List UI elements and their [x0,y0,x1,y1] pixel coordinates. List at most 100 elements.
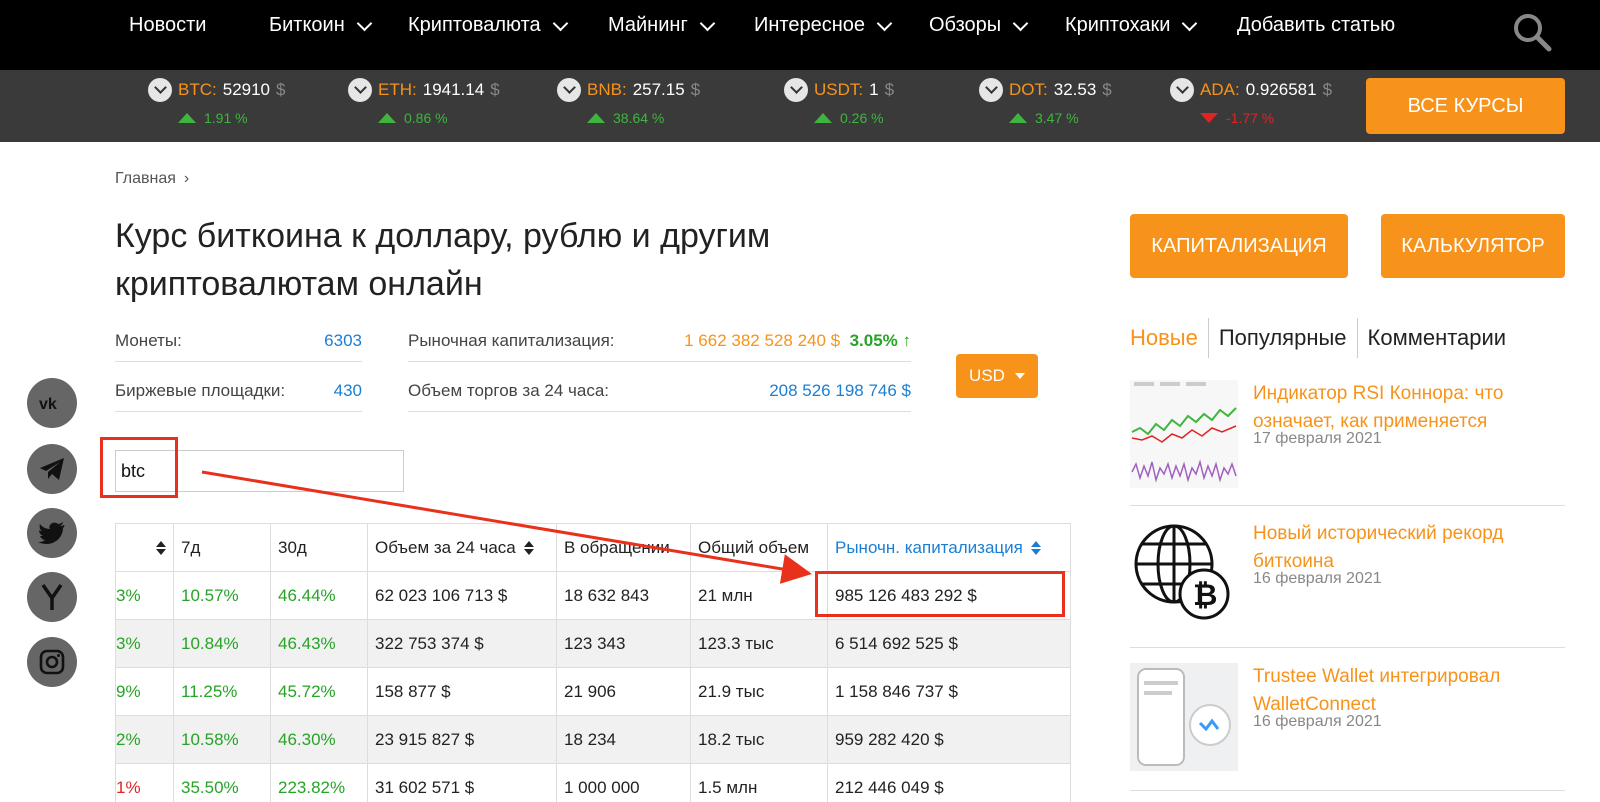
telegram-icon[interactable] [27,444,77,494]
breadcrumb-home[interactable]: Главная [115,170,176,188]
news-item[interactable]: Индикатор RSI Коннора: что означает, как… [1130,380,1565,506]
news-item[interactable]: ₿ Новый исторический рекорд биткоина 16 … [1130,520,1565,648]
crypto-table: 7д 30д Объем за 24 часа В обращении Общи… [115,523,1071,802]
column-header-30d[interactable]: 30д [270,523,368,572]
currency-select-value: USD [969,366,1005,385]
globe-bitcoin-icon: ₿ [1134,524,1230,620]
coin-change: 1.91 % [204,110,248,126]
stat-label: Монеты: [115,330,182,350]
coin-currency: $ [690,80,701,99]
stat-exchanges: Биржевые площадки: 430 [115,370,362,412]
nav-item-news[interactable]: Новости [129,14,206,37]
news-title[interactable]: Trustee Wallet интегрировал WalletConnec… [1253,663,1563,719]
table-row[interactable]: 1% 35.50% 223.82% 31 602 571 $ 1 000 000… [115,763,1071,802]
instagram-icon[interactable] [27,637,77,687]
market-cap-value: 1 662 382 528 240 $ [684,330,841,350]
table-row[interactable]: 2% 10.58% 46.30% 23 915 827 $ 18 234 18.… [115,715,1071,764]
cell-volume: 62 023 106 713 $ [367,571,557,620]
sidebar-tabs: Новые Популярные Комментарии [1130,318,1516,358]
ticker-coin-btc[interactable]: BTC: 52910 $ 1.91 % [148,78,285,134]
cell-volume: 158 877 $ [367,667,557,716]
news-title[interactable]: Новый исторический рекорд биткоина [1253,520,1563,576]
cell-total-supply: 21 млн [690,571,828,620]
ticker-coin-dot[interactable]: DOT: 32.53 $ 3.47 % [979,78,1112,134]
table-header-row: 7д 30д Объем за 24 часа В обращении Общи… [115,523,1071,572]
yandex-icon[interactable] [27,572,77,622]
nav-item-mining[interactable]: Майнинг [608,14,716,37]
coin-price: 257.15 [632,80,685,99]
cell-change: 3% [115,571,174,620]
chevron-down-icon[interactable] [348,78,372,102]
column-header-volume[interactable]: Объем за 24 часа [367,523,557,572]
chevron-down-icon[interactable] [979,78,1003,102]
stat-value[interactable]: 430 [334,381,362,401]
column-header-market-cap[interactable]: Рыночн. капитализация [827,523,1071,572]
stat-value[interactable]: 6303 [324,331,362,351]
nav-item-interesting[interactable]: Интересное [754,14,893,37]
table-row[interactable]: 9% 11.25% 45.72% 158 877 $ 21 906 21.9 т… [115,667,1071,716]
ticker-coin-ada[interactable]: ADA: 0.926581 $ -1.77 % [1170,78,1332,134]
arrow-up-icon [1009,113,1027,123]
caret-down-icon [1014,373,1025,379]
market-cap-change: 3.05% [849,330,898,350]
calculator-button[interactable]: КАЛЬКУЛЯТОР [1381,214,1565,278]
chevron-down-icon[interactable] [148,78,172,102]
search-icon[interactable] [1512,12,1552,52]
news-thumbnail: ₿ [1130,520,1238,628]
tab-new[interactable]: Новые [1130,318,1209,358]
coin-currency: $ [276,80,286,99]
all-rates-button[interactable]: ВСЕ КУРСЫ [1366,78,1565,134]
tab-popular[interactable]: Популярные [1209,318,1358,358]
chevron-down-icon[interactable] [557,78,581,102]
svg-text:₿: ₿ [1193,579,1217,612]
arrow-down-icon [1200,113,1218,123]
ticker-coin-bnb[interactable]: BNB: 257.15 $ 38.64 % [557,78,700,134]
cell-total-supply: 1.5 млн [690,763,828,802]
column-header-total-supply[interactable]: Общий объем [690,523,828,572]
tab-comments[interactable]: Комментарии [1358,318,1517,358]
twitter-icon[interactable] [27,508,77,558]
chevron-down-icon[interactable] [1170,78,1194,102]
vk-icon[interactable]: vk [27,378,77,428]
ticker-coin-eth[interactable]: ETH: 1941.14 $ 0.86 % [348,78,500,134]
news-thumbnail [1130,663,1238,771]
news-title[interactable]: Индикатор RSI Коннора: что означает, как… [1253,380,1563,436]
sort-icon [156,541,166,555]
chevron-down-icon [699,15,716,32]
news-item[interactable]: Trustee Wallet интегрировал WalletConnec… [1130,663,1565,791]
table-row[interactable]: 3% 10.84% 46.43% 322 753 374 $ 123 343 1… [115,619,1071,668]
coin-currency: $ [490,80,500,99]
arrow-up-icon [587,113,605,123]
coin-price: 32.53 [1053,80,1097,99]
column-header-change[interactable] [115,523,174,572]
nav-item-crypto[interactable]: Криптовалюта [408,14,568,37]
market-cap-button[interactable]: КАПИТАЛИЗАЦИЯ [1130,214,1348,278]
nav-label: Обзоры [929,14,1002,36]
news-date: 16 февраля 2021 [1253,570,1382,587]
coin-symbol: BNB: [587,80,627,99]
nav-item-bitcoin[interactable]: Биткоин [269,14,373,37]
cell-7d: 10.57% [173,571,271,620]
currency-select[interactable]: USD [956,354,1038,398]
column-header-circulating[interactable]: В обращении [556,523,691,572]
top-navigation: Новости Биткоин Криптовалюта Майнинг Инт… [0,0,1600,70]
nav-item-reviews[interactable]: Обзоры [929,14,1029,37]
chevron-down-icon[interactable] [784,78,808,102]
arrow-up-icon [814,113,832,123]
ticker-coin-usdt[interactable]: USDT: 1 $ 0.26 % [784,78,894,134]
cell-market-cap: 959 282 420 $ [827,715,1071,764]
arrow-up-icon: ↑ [902,330,912,350]
nav-item-add-article[interactable]: Добавить статью [1237,14,1395,37]
cell-7d: 10.84% [173,619,271,668]
chevron-down-icon [1182,15,1198,32]
nav-item-cryptohacks[interactable]: Криптохаки [1065,14,1198,37]
news-thumbnail [1130,380,1238,488]
cell-volume: 322 753 374 $ [367,619,557,668]
column-header-7d[interactable]: 7д [173,523,271,572]
stat-volume: Объем торгов за 24 часа: 208 526 198 746… [408,370,911,412]
stat-value: 208 526 198 746 $ [769,380,911,400]
coin-currency: $ [1102,80,1112,99]
cell-total-supply: 18.2 тыс [690,715,828,764]
column-header-label: Рыночн. капитализация [835,537,1023,557]
breadcrumb: Главная › [115,170,189,188]
